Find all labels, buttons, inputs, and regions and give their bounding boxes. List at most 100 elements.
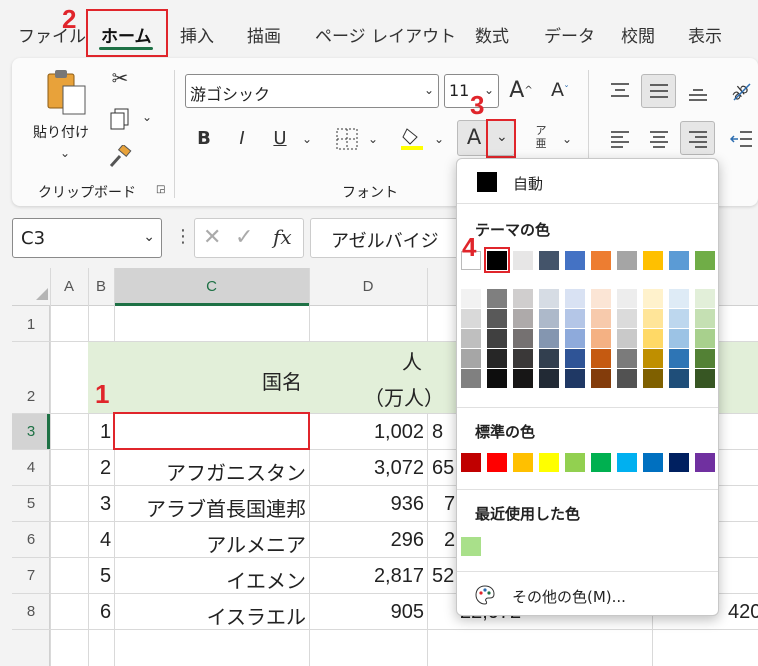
theme-shade-swatch[interactable] (487, 369, 507, 388)
cell-e7[interactable]: 52 (432, 565, 454, 588)
decrease-font-size-icon[interactable]: Aˇ (547, 76, 573, 104)
cell-d5[interactable]: 936 (340, 493, 424, 516)
align-right-icon[interactable] (684, 126, 712, 152)
standard-color-swatch[interactable] (461, 453, 481, 472)
enter-icon[interactable]: ✓ (235, 225, 253, 250)
theme-shade-swatch[interactable] (617, 289, 637, 308)
row-header-7[interactable]: 7 (12, 567, 50, 584)
theme-shade-swatch[interactable] (461, 309, 481, 328)
theme-shade-swatch[interactable] (487, 309, 507, 328)
recent-color-swatch[interactable] (461, 537, 481, 556)
align-bottom-icon[interactable] (684, 80, 712, 106)
theme-shade-swatch[interactable] (695, 309, 715, 328)
font-color-icon[interactable]: A (460, 122, 488, 152)
theme-shade-swatch[interactable] (643, 329, 663, 348)
paste-label[interactable]: 貼り付け (33, 122, 89, 142)
align-top-icon[interactable] (606, 78, 634, 104)
select-all-icon[interactable] (36, 288, 48, 300)
name-box[interactable]: C3 ⌄ (12, 218, 162, 258)
column-header-d[interactable]: D (309, 278, 427, 295)
theme-shade-swatch[interactable] (695, 289, 715, 308)
theme-shade-swatch[interactable] (539, 349, 559, 368)
cell-e3[interactable]: 8 (432, 421, 443, 444)
orientation-icon[interactable]: ab (726, 76, 754, 104)
cell-b7[interactable]: 5 (100, 565, 111, 588)
cancel-icon[interactable]: ✕ (203, 225, 221, 250)
bold-button[interactable]: B (194, 128, 214, 149)
standard-color-swatch[interactable] (565, 453, 585, 472)
copy-icon[interactable] (106, 106, 134, 132)
theme-shade-swatch[interactable] (565, 329, 585, 348)
theme-shade-swatch[interactable] (669, 369, 689, 388)
more-options-icon[interactable]: ⋮ (174, 226, 192, 247)
phonetic-guide-button[interactable]: ア 亜 (528, 124, 554, 154)
theme-shade-swatch[interactable] (669, 309, 689, 328)
row-header-8[interactable]: 8 (12, 603, 50, 620)
theme-shade-swatch[interactable] (565, 349, 585, 368)
row-header-4[interactable]: 4 (12, 459, 50, 476)
underline-dropdown-icon[interactable]: ⌄ (302, 132, 312, 146)
theme-shade-swatch[interactable] (461, 289, 481, 308)
column-header-a[interactable]: A (50, 278, 88, 295)
cell-e5[interactable]: 7 (444, 493, 455, 516)
theme-shade-swatch[interactable] (669, 349, 689, 368)
standard-color-swatch[interactable] (643, 453, 663, 472)
theme-shade-swatch[interactable] (591, 309, 611, 328)
format-painter-icon[interactable] (106, 144, 134, 170)
active-cell-c3[interactable] (113, 412, 310, 450)
theme-color-swatch[interactable] (513, 251, 533, 270)
theme-shade-swatch[interactable] (513, 369, 533, 388)
font-color-dropdown-icon[interactable]: ⌄ (496, 129, 508, 145)
header-country[interactable]: 国名 (262, 366, 302, 395)
theme-shade-swatch[interactable] (643, 349, 663, 368)
cell-d3[interactable]: 1,002 (340, 421, 424, 444)
theme-shade-swatch[interactable] (669, 329, 689, 348)
theme-shade-swatch[interactable] (591, 369, 611, 388)
increase-font-size-icon[interactable]: A ^ (508, 76, 534, 104)
align-left-icon[interactable] (606, 126, 634, 152)
theme-shade-swatch[interactable] (617, 369, 637, 388)
cell-c8[interactable]: イスラエル (122, 601, 306, 630)
chevron-down-icon[interactable]: ⌄ (424, 83, 434, 97)
standard-color-swatch[interactable] (617, 453, 637, 472)
theme-shade-swatch[interactable] (617, 309, 637, 328)
theme-shade-swatch[interactable] (643, 369, 663, 388)
theme-color-swatch[interactable] (643, 251, 663, 270)
align-center-icon[interactable] (645, 126, 673, 152)
theme-shade-swatch[interactable] (565, 369, 585, 388)
cell-b4[interactable]: 2 (100, 457, 111, 480)
theme-shade-swatch[interactable] (591, 329, 611, 348)
chevron-down-icon[interactable]: ⌄ (143, 229, 155, 245)
column-header-c[interactable]: C (114, 278, 309, 295)
clipboard-launcher-icon[interactable]: ◲ (156, 184, 165, 195)
cell-b5[interactable]: 3 (100, 493, 111, 516)
theme-color-swatch[interactable] (669, 251, 689, 270)
standard-color-swatch[interactable] (513, 453, 533, 472)
tab-data[interactable]: データ (544, 22, 595, 47)
standard-color-swatch[interactable] (487, 453, 507, 472)
theme-shade-swatch[interactable] (513, 349, 533, 368)
cell-c6[interactable]: アルメニア (122, 529, 306, 558)
theme-shade-swatch[interactable] (591, 349, 611, 368)
cell-c5[interactable]: アラブ首長国連邦 (122, 493, 306, 522)
paste-icon[interactable] (42, 68, 90, 116)
cell-b3[interactable]: 1 (100, 421, 111, 444)
copy-dropdown-icon[interactable]: ⌄ (142, 110, 152, 124)
tab-draw[interactable]: 描画 (247, 22, 281, 47)
formula-input[interactable]: アゼルバイジ (310, 218, 460, 258)
tab-view[interactable]: 表示 (688, 22, 722, 47)
cell-b6[interactable]: 4 (100, 529, 111, 552)
row-header-3[interactable]: 3 (12, 423, 50, 440)
theme-shade-swatch[interactable] (643, 309, 663, 328)
standard-color-swatch[interactable] (539, 453, 559, 472)
cell-e4[interactable]: 65 (432, 457, 454, 480)
more-colors-link[interactable]: その他の色(M)... (512, 586, 626, 607)
align-middle-icon[interactable] (645, 78, 673, 104)
theme-shade-swatch[interactable] (695, 329, 715, 348)
row-header-2[interactable]: 2 (12, 388, 50, 405)
theme-shade-swatch[interactable] (539, 309, 559, 328)
theme-shade-swatch[interactable] (487, 329, 507, 348)
phonetic-dropdown-icon[interactable]: ⌄ (562, 132, 572, 146)
paste-dropdown-icon[interactable]: ⌄ (60, 146, 70, 160)
standard-color-swatch[interactable] (591, 453, 611, 472)
